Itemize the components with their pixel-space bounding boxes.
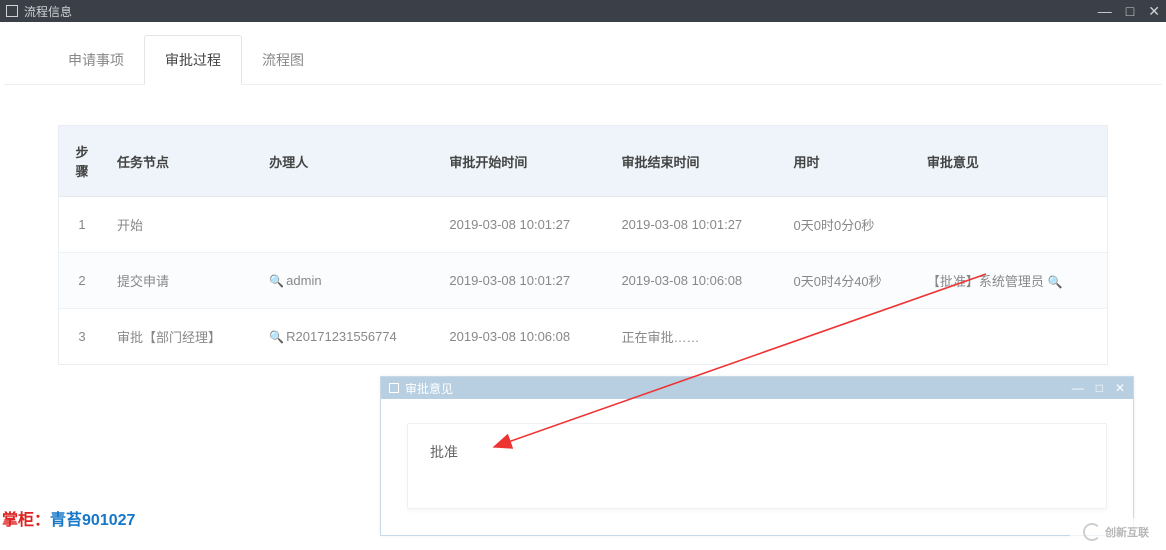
col-start: 审批开始时间 [437,126,609,197]
magnifier-icon[interactable]: 🔍 [1047,275,1062,289]
cell-node: 提交申请 [105,253,257,309]
subwin-controls: — □ ✕ [1072,382,1125,394]
subwin-close-button[interactable]: ✕ [1115,382,1125,394]
cell-end: 正在审批…… [609,309,781,365]
cell-step: 3 [59,309,105,365]
cell-end: 2019-03-08 10:01:27 [609,197,781,253]
subwin-icon [389,383,399,393]
cell-handler: 🔍R20171231556774 [257,309,437,365]
cell-duration [782,309,915,365]
cell-start: 2019-03-08 10:06:08 [437,309,609,365]
table-header-row: 步骤 任务节点 办理人 审批开始时间 审批结束时间 用时 审批意见 [59,126,1107,197]
subwin-body: 批准 [381,399,1133,533]
col-step: 步骤 [59,126,105,197]
cell-opinion: 【批准】系统管理员 🔍 [915,253,1107,309]
approval-table: 步骤 任务节点 办理人 审批开始时间 审批结束时间 用时 审批意见 1开始 201… [59,126,1107,364]
window-controls: — □ ✕ [1098,4,1160,18]
watermark-text: 创新互联 [1105,524,1149,540]
main-window-titlebar: 流程信息 — □ ✕ [0,0,1166,22]
cell-opinion [915,197,1107,253]
cell-node: 审批【部门经理】 [105,309,257,365]
cell-opinion [915,309,1107,365]
window-icon [6,5,18,17]
minimize-button[interactable]: — [1098,4,1112,18]
tab-apply[interactable]: 申请事项 [48,36,144,84]
table-row: 2提交申请🔍admin2019-03-08 10:01:272019-03-08… [59,253,1107,309]
watermark-logo-icon [1083,523,1101,541]
tabs-bar: 申请事项 审批过程 流程图 [4,34,1162,85]
tab-flowchart[interactable]: 流程图 [242,36,324,84]
table-row: 3审批【部门经理】🔍R201712315567742019-03-08 10:0… [59,309,1107,365]
cell-step: 2 [59,253,105,309]
cell-start: 2019-03-08 10:01:27 [437,253,609,309]
cell-handler: 🔍admin [257,253,437,309]
cell-start: 2019-03-08 10:01:27 [437,197,609,253]
subwin-minimize-button[interactable]: — [1072,382,1084,394]
approval-table-wrap: 步骤 任务节点 办理人 审批开始时间 审批结束时间 用时 审批意见 1开始 201… [58,125,1108,365]
cell-duration: 0天0时0分0秒 [782,197,915,253]
magnifier-icon[interactable]: 🔍 [269,274,284,288]
col-opinion: 审批意见 [915,126,1107,197]
col-handler: 办理人 [257,126,437,197]
maximize-button[interactable]: □ [1126,4,1134,18]
approval-opinion-window: 审批意见 — □ ✕ 批准 [380,376,1134,536]
col-end: 审批结束时间 [609,126,781,197]
cell-duration: 0天0时4分40秒 [782,253,915,309]
watermark: 创新互联 [1070,518,1162,546]
col-duration: 用时 [782,126,915,197]
approval-opinion-card: 批准 [407,423,1107,509]
magnifier-icon[interactable]: 🔍 [269,330,284,344]
col-node: 任务节点 [105,126,257,197]
window-title: 流程信息 [24,3,72,20]
cell-end: 2019-03-08 10:06:08 [609,253,781,309]
cell-handler [257,197,437,253]
cell-step: 1 [59,197,105,253]
subwin-title: 审批意见 [405,380,453,397]
subwin-maximize-button[interactable]: □ [1096,382,1103,394]
footer-user: 青苔901027 [50,512,135,529]
approval-opinion-text: 批准 [430,444,458,460]
subwin-titlebar[interactable]: 审批意见 — □ ✕ [381,377,1133,399]
footer-note: 掌柜：青苔901027 [2,506,135,530]
table-row: 1开始 2019-03-08 10:01:272019-03-08 10:01:2… [59,197,1107,253]
cell-node: 开始 [105,197,257,253]
tab-approval-process[interactable]: 审批过程 [144,35,242,85]
footer-prefix: 掌柜： [2,512,50,529]
close-button[interactable]: ✕ [1148,4,1160,18]
